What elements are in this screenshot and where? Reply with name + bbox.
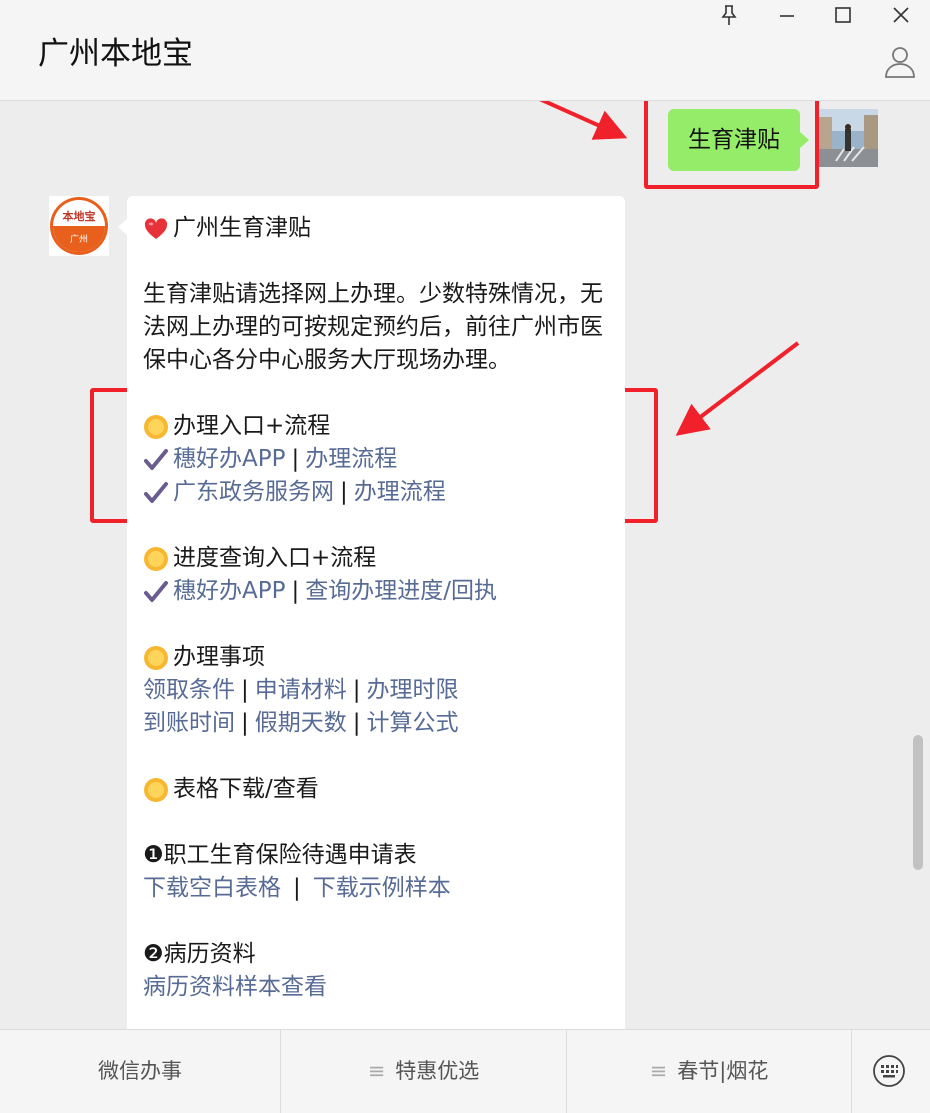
menu-spring-festival[interactable]: ≡ 春节|烟花 — [567, 1030, 852, 1113]
list-item: 穗好办APP | 查询办理进度/回执 — [143, 575, 609, 608]
link-process[interactable]: 办理流程 — [354, 479, 446, 505]
link-suihaoban-app[interactable]: 穗好办APP — [173, 446, 285, 472]
check-icon — [143, 447, 169, 473]
link-process[interactable]: 办理流程 — [305, 446, 397, 472]
sun-icon — [143, 546, 169, 572]
close-icon[interactable] — [886, 4, 916, 28]
check-icon — [143, 579, 169, 605]
link-formula[interactable]: 计算公式 — [367, 710, 459, 736]
account-avatar[interactable]: 本地宝 广州 — [49, 196, 109, 256]
link-leave-days[interactable]: 假期天数 — [255, 710, 347, 736]
profile-icon[interactable] — [884, 44, 916, 78]
link-materials[interactable]: 申请材料 — [255, 677, 347, 703]
arrow-to-sent-message — [539, 101, 628, 140]
svg-text:广州: 广州 — [70, 233, 88, 245]
check-icon — [143, 480, 169, 506]
section-heading: 办理事项 — [143, 641, 609, 674]
arrow-to-entry-box — [675, 341, 800, 436]
section-heading: 办理入口+流程 — [143, 410, 609, 443]
list-item: 穗好办APP | 办理流程 — [143, 443, 609, 476]
pin-icon[interactable] — [714, 4, 744, 28]
minimize-icon[interactable] — [772, 4, 802, 28]
list-item: 广东政务服务网 | 办理流程 — [143, 476, 609, 509]
bottom-menu: 微信办事 ≡ 特惠优选 ≡ 春节|烟花 — [0, 1029, 930, 1113]
reply-message-bubble: 广州生育津贴 生育津贴请选择网上办理。少数特殊情况，无法网上办理的可按规定预约后… — [118, 196, 625, 1029]
sun-icon — [143, 645, 169, 671]
chat-header: 广州本地宝 — [0, 0, 930, 101]
menu-list-icon: ≡ — [649, 1059, 668, 1083]
link-download-blank-form[interactable]: 下载空白表格 — [143, 875, 281, 901]
section-heading: 表格下载/查看 — [143, 773, 609, 806]
menu-special-offers[interactable]: ≡ 特惠优选 — [281, 1030, 567, 1113]
list-item: 到账时间 | 假期天数 | 计算公式 — [143, 710, 459, 736]
scrollbar-thumb[interactable] — [913, 735, 923, 870]
sun-icon — [143, 777, 169, 803]
form-item-title: ❶职工生育保险待遇申请表 — [143, 842, 417, 868]
reply-intro: 生育津贴请选择网上办理。少数特殊情况，无法网上办理的可按规定预约后，前往广州市医… — [143, 281, 603, 373]
chat-title: 广州本地宝 — [38, 36, 193, 72]
keyboard-icon[interactable] — [872, 1054, 906, 1088]
link-eligibility[interactable]: 领取条件 — [143, 677, 235, 703]
link-gd-gov-service[interactable]: 广东政务服务网 — [173, 479, 334, 505]
link-suihaoban-app[interactable]: 穗好办APP — [173, 578, 285, 604]
menu-list-icon: ≡ — [367, 1059, 386, 1083]
link-time-limit[interactable]: 办理时限 — [367, 677, 459, 703]
menu-wechat-services[interactable]: 微信办事 — [0, 1030, 281, 1113]
heart-icon — [143, 216, 169, 242]
list-item: 下载空白表格 | 下载示例样本 — [143, 875, 451, 901]
link-arrival-time[interactable]: 到账时间 — [143, 710, 235, 736]
form-item-title: ❷病历资料 — [143, 941, 256, 967]
section-heading: 进度查询入口+流程 — [143, 542, 609, 575]
svg-text:本地宝: 本地宝 — [63, 209, 96, 223]
chat-area[interactable]: 生育津贴 本地宝 广州 广州生育津贴 生育津贴请选择网上办理。少数特殊情况，无法… — [0, 101, 930, 1029]
link-download-sample[interactable]: 下载示例样本 — [313, 875, 451, 901]
link-progress-query[interactable]: 查询办理进度/回执 — [305, 578, 497, 604]
link-medical-record-sample[interactable]: 病历资料样本查看 — [143, 974, 327, 1000]
reply-title-row: 广州生育津贴 — [143, 212, 609, 245]
reply-title: 广州生育津贴 — [173, 215, 311, 241]
sun-icon — [143, 414, 169, 440]
list-item: 领取条件 | 申请材料 | 办理时限 — [143, 677, 459, 703]
list-item: 病历资料样本查看 — [143, 971, 609, 1004]
maximize-icon[interactable] — [828, 4, 858, 28]
